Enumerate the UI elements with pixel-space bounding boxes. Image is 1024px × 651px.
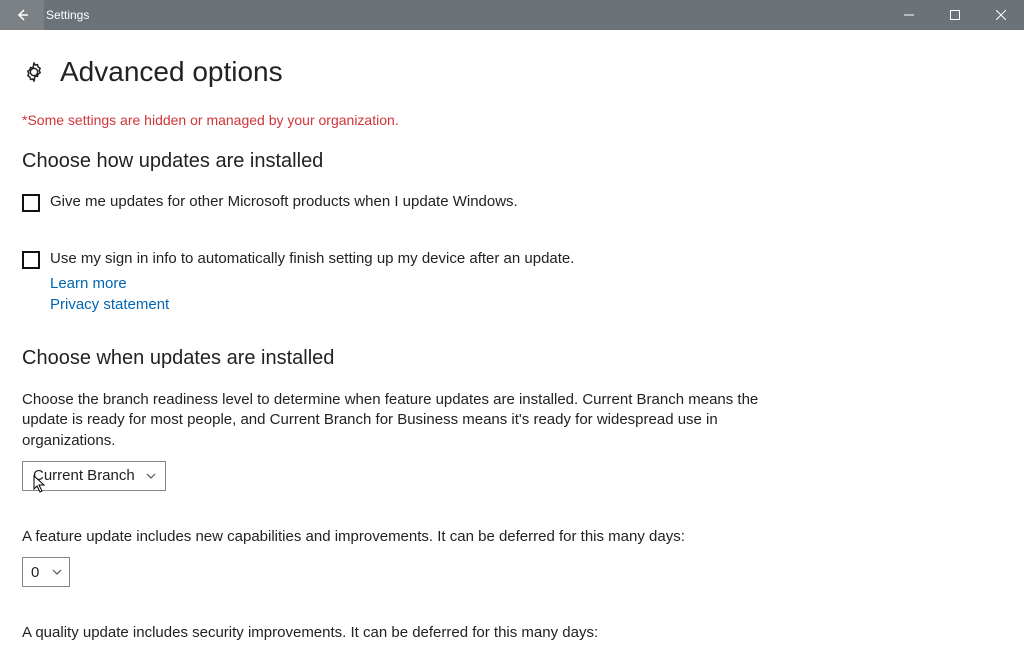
- content-area: Advanced options *Some settings are hidd…: [0, 30, 1024, 651]
- branch-readiness-dropdown[interactable]: Current Branch: [22, 461, 166, 491]
- checkbox-signin-finish[interactable]: [22, 251, 40, 269]
- chevron-down-icon: [145, 470, 157, 482]
- gear-icon: [22, 60, 46, 84]
- feature-defer-value: 0: [31, 564, 39, 581]
- back-button[interactable]: [0, 0, 44, 30]
- close-button[interactable]: [978, 0, 1024, 30]
- checkbox-other-products-label: Give me updates for other Microsoft prod…: [50, 193, 518, 210]
- section-heading-install-how: Choose how updates are installed: [22, 150, 1002, 173]
- chevron-down-icon: [51, 566, 63, 578]
- section-heading-install-when: Choose when updates are installed: [22, 347, 1002, 370]
- window-titlebar: Settings: [0, 0, 1024, 30]
- minimize-icon: [904, 10, 914, 20]
- checkbox-signin-finish-label: Use my sign in info to automatically fin…: [50, 250, 574, 267]
- feature-update-description: A feature update includes new capabiliti…: [22, 527, 782, 547]
- back-arrow-icon: [14, 7, 30, 23]
- minimize-button[interactable]: [886, 0, 932, 30]
- checkbox-row-other-products: Give me updates for other Microsoft prod…: [22, 193, 802, 212]
- close-icon: [996, 10, 1006, 20]
- maximize-icon: [950, 10, 960, 20]
- managed-by-org-warning: *Some settings are hidden or managed by …: [22, 112, 1002, 128]
- branch-readiness-value: Current Branch: [33, 467, 135, 484]
- page-title: Advanced options: [60, 56, 283, 88]
- window-title: Settings: [44, 8, 89, 22]
- branch-readiness-description: Choose the branch readiness level to det…: [22, 390, 782, 451]
- checkbox-row-signin-finish: Use my sign in info to automatically fin…: [22, 250, 802, 269]
- privacy-statement-link[interactable]: Privacy statement: [50, 296, 169, 313]
- page-header: Advanced options: [22, 56, 1002, 88]
- learn-more-link[interactable]: Learn more: [50, 275, 127, 292]
- feature-defer-dropdown[interactable]: 0: [22, 557, 70, 587]
- checkbox-other-products[interactable]: [22, 194, 40, 212]
- maximize-button[interactable]: [932, 0, 978, 30]
- quality-update-description: A quality update includes security impro…: [22, 623, 782, 643]
